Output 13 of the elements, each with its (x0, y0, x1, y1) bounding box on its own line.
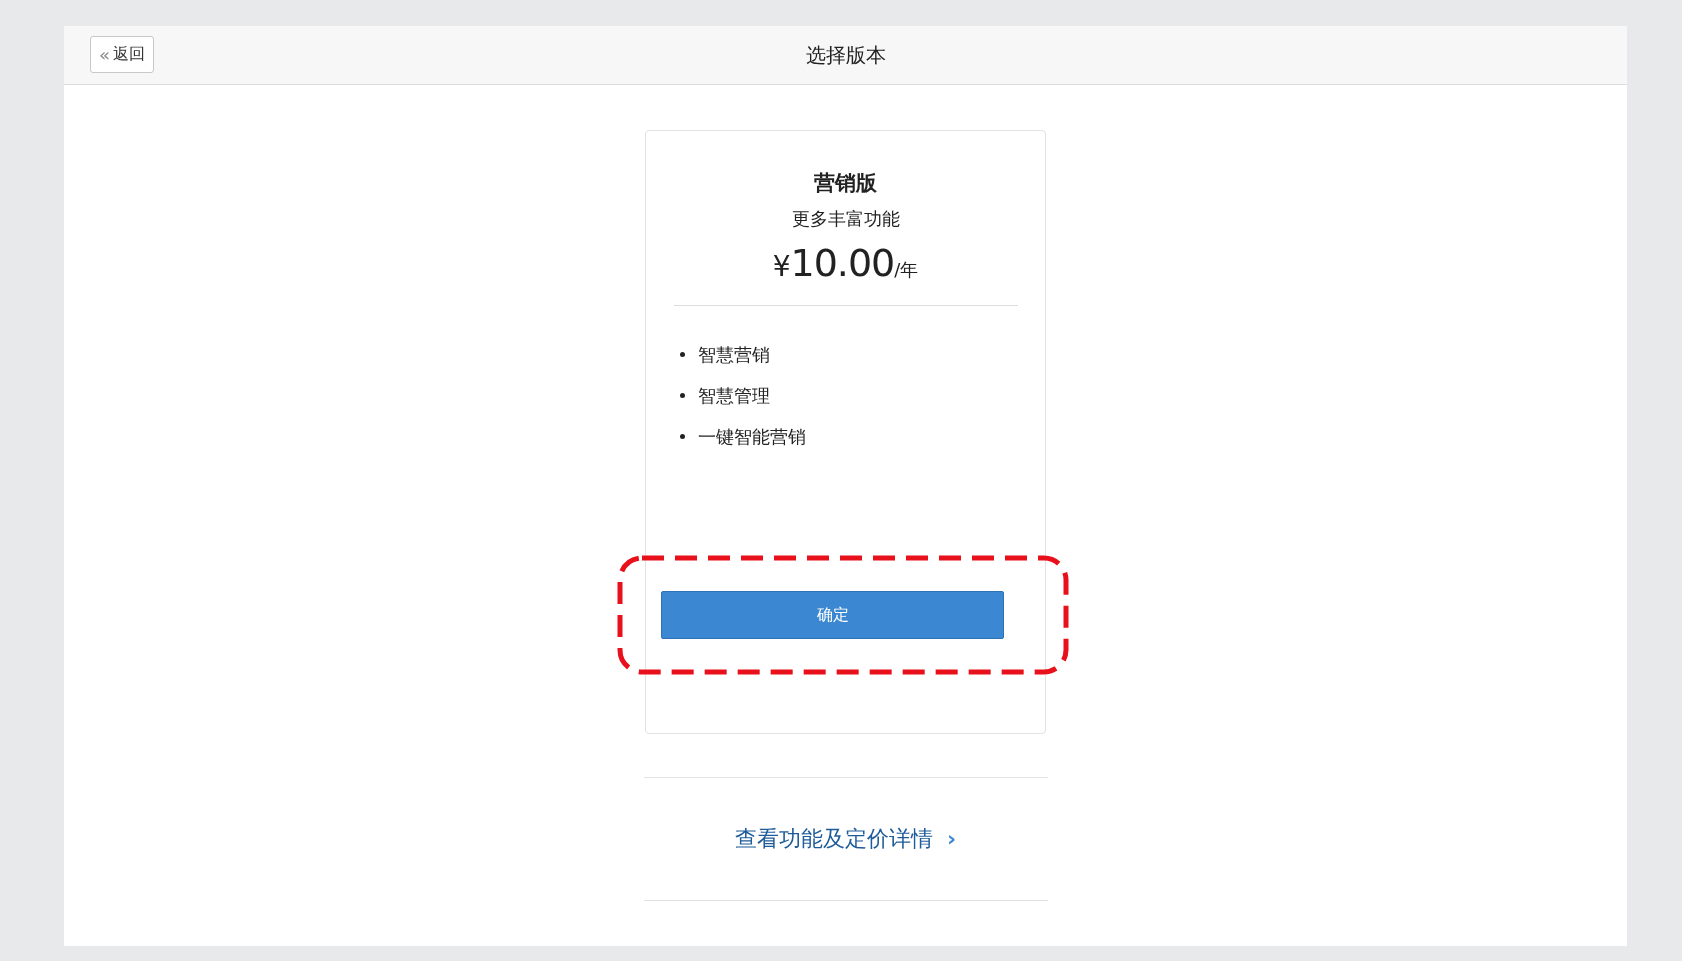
confirm-button[interactable]: 确定 (661, 591, 1004, 639)
back-button[interactable]: « 返回 (90, 36, 154, 73)
feature-item: 一键智能营销 (697, 424, 806, 449)
bullet-icon (679, 434, 685, 439)
feature-item: 智慧营销 (697, 342, 770, 367)
bullet-icon (679, 352, 685, 357)
pricing-details-link[interactable]: 查看功能及定价详情 › (734, 824, 957, 854)
plan-subtitle: 更多丰富功能 (791, 207, 900, 231)
page-title: 选择版本 (805, 41, 886, 69)
plan-price: ¥10.00/年 (772, 241, 919, 285)
bullet-icon (679, 393, 685, 398)
feature-item: 智慧管理 (697, 383, 770, 408)
plan-name: 营销版 (814, 170, 877, 197)
